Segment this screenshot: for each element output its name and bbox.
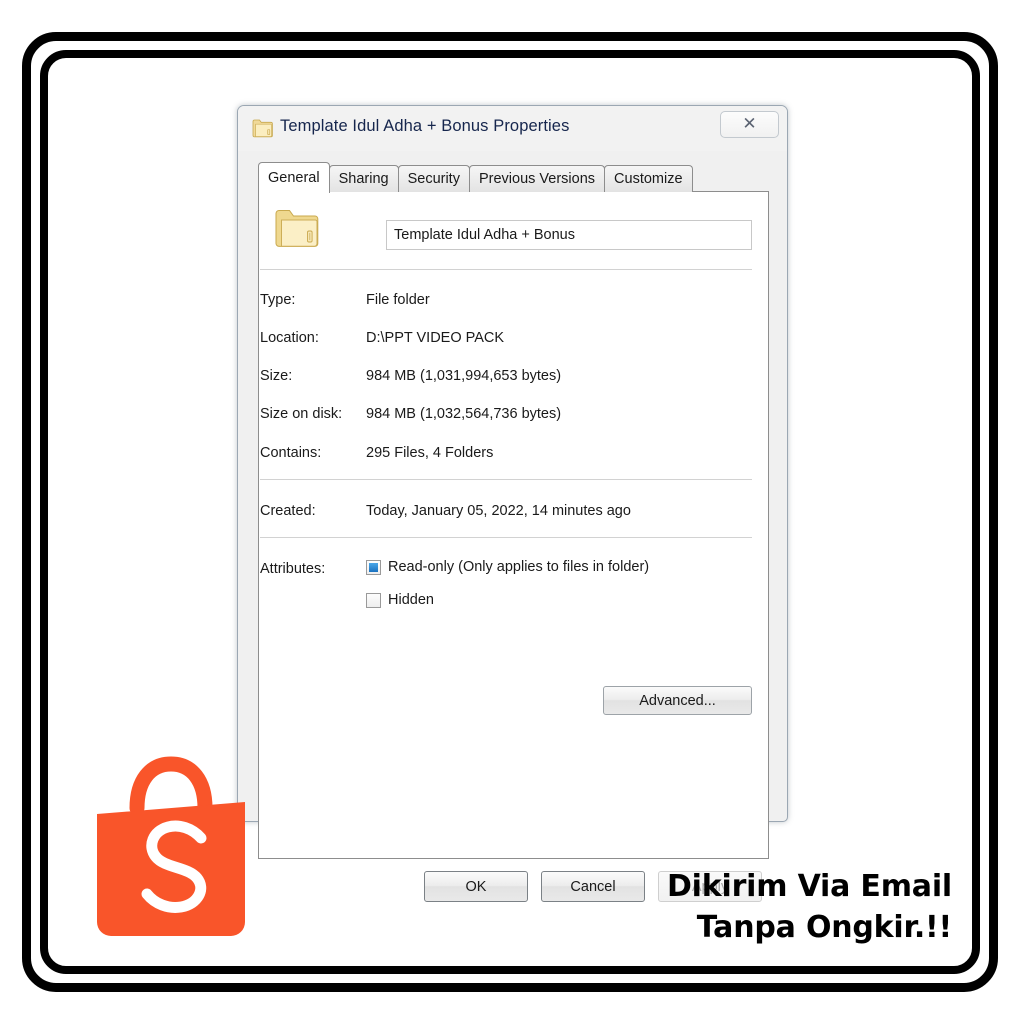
dialog-titlebar: Template Idul Adha + Bonus Properties ✕ bbox=[238, 106, 787, 151]
tab-label: Security bbox=[407, 171, 460, 187]
close-button[interactable]: ✕ bbox=[720, 111, 779, 138]
divider-top bbox=[260, 269, 752, 270]
attributes-label: Attributes: bbox=[260, 561, 326, 577]
tab-label: Sharing bbox=[338, 171, 389, 187]
row-key: Type: bbox=[260, 292, 296, 308]
dialog-title: Template Idul Adha + Bonus Properties bbox=[280, 117, 570, 135]
row-key: Created: bbox=[260, 503, 316, 519]
cancel-button[interactable]: Cancel bbox=[541, 871, 645, 902]
promo-text: Dikirim Via Email Tanpa Ongkir.!! bbox=[667, 866, 952, 948]
folder-icon bbox=[274, 209, 320, 249]
button-label: Advanced... bbox=[639, 692, 716, 709]
row-key: Size: bbox=[260, 368, 293, 384]
row-contains: Contains: 295 Files, 4 Folders bbox=[260, 445, 752, 464]
tab-previous-versions[interactable]: Previous Versions bbox=[468, 165, 606, 192]
divider-middle bbox=[260, 479, 752, 480]
row-value: 984 MB (1,031,994,653 bytes) bbox=[366, 368, 562, 384]
checkbox-icon bbox=[366, 592, 381, 608]
row-created: Created: Today, January 05, 2022, 14 min… bbox=[260, 503, 752, 522]
row-size: Size: 984 MB (1,031,994,653 bytes) bbox=[260, 368, 752, 387]
tab-security[interactable]: Security bbox=[397, 165, 470, 192]
poster-canvas: Template Idul Adha + Bonus Properties ✕ … bbox=[0, 0, 1024, 1024]
close-icon: ✕ bbox=[742, 114, 757, 134]
tab-label: Customize bbox=[614, 171, 683, 187]
checkbox-readonly[interactable]: Read-only (Only applies to files in fold… bbox=[366, 559, 649, 575]
ok-button[interactable]: OK bbox=[424, 871, 528, 902]
checkbox-label: Hidden bbox=[388, 592, 434, 608]
row-value: 984 MB (1,032,564,736 bytes) bbox=[366, 406, 562, 422]
tab-customize[interactable]: Customize bbox=[604, 165, 693, 192]
checkbox-label: Read-only (Only applies to files in fold… bbox=[388, 559, 650, 575]
row-size-on-disk: Size on disk: 984 MB (1,032,564,736 byte… bbox=[260, 406, 752, 425]
promo-line-2: Tanpa Ongkir.!! bbox=[696, 910, 952, 946]
button-label: OK bbox=[465, 878, 487, 895]
folder-icon bbox=[252, 119, 274, 138]
advanced-button[interactable]: Advanced... bbox=[603, 686, 752, 715]
row-value: D:\PPT VIDEO PACK bbox=[366, 330, 505, 346]
button-label: Cancel bbox=[570, 878, 616, 895]
folder-name-input[interactable]: Template Idul Adha + Bonus bbox=[386, 220, 752, 250]
tab-label: General bbox=[268, 170, 320, 186]
shopee-bag-logo bbox=[93, 752, 249, 938]
row-value: Today, January 05, 2022, 14 minutes ago bbox=[366, 503, 631, 519]
folder-properties-dialog: Template Idul Adha + Bonus Properties ✕ … bbox=[237, 105, 788, 902]
row-key: Contains: bbox=[260, 445, 322, 461]
tab-strip: General Sharing Security Previous Versio… bbox=[258, 162, 693, 193]
row-location: Location: D:\PPT VIDEO PACK bbox=[260, 330, 752, 349]
tab-label: Previous Versions bbox=[478, 171, 596, 187]
row-key: Location: bbox=[260, 330, 319, 346]
row-value: 295 Files, 4 Folders bbox=[366, 445, 494, 461]
folder-name-value: Template Idul Adha + Bonus bbox=[394, 227, 575, 243]
divider-bottom bbox=[260, 537, 752, 538]
promo-line-1: Dikirim Via Email bbox=[666, 869, 952, 904]
row-key: Size on disk: bbox=[260, 406, 343, 422]
row-type: Type: File folder bbox=[260, 292, 752, 311]
row-value: File folder bbox=[366, 292, 430, 308]
checkbox-icon bbox=[366, 559, 381, 575]
checkbox-hidden[interactable]: Hidden bbox=[366, 592, 434, 608]
tab-sharing[interactable]: Sharing bbox=[328, 165, 399, 192]
tab-general[interactable]: General bbox=[258, 162, 330, 193]
